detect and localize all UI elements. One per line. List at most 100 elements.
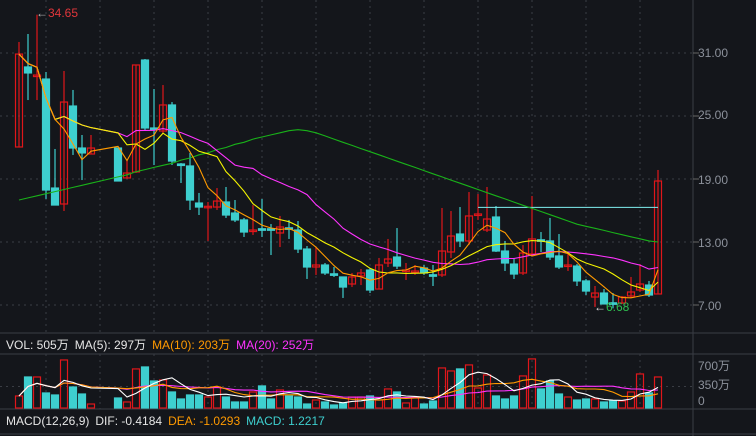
volume-bar <box>536 388 546 409</box>
candle-down <box>23 66 33 74</box>
candle-down <box>185 165 195 201</box>
volume-bar <box>230 401 240 409</box>
candle-down <box>302 248 312 268</box>
volume-bar <box>86 403 96 409</box>
price-tick: 13.00 <box>698 236 729 250</box>
candle-down <box>239 219 249 233</box>
macd-legend: MACD(12,26,9) DIF: -0.4184 DEA: -1.0293 … <box>0 411 756 431</box>
volume-bar <box>77 393 87 409</box>
volume-bar <box>545 380 555 409</box>
volume-bar <box>653 376 663 409</box>
macd-dif: DIF: -0.4184 <box>95 414 163 428</box>
candle-down <box>77 147 87 154</box>
macd-dea: DEA: -1.0293 <box>168 414 241 428</box>
volume-bar <box>266 398 276 409</box>
candle-down <box>41 78 51 191</box>
candle-down <box>329 273 339 276</box>
volume-tick: 350万 <box>698 378 731 392</box>
volume-bar <box>419 403 429 409</box>
candle-down <box>140 59 150 129</box>
candle-down <box>572 265 582 282</box>
volume-bar <box>50 394 60 409</box>
volume-bar <box>257 385 267 409</box>
volume-bar <box>284 395 294 409</box>
volume-bar <box>311 399 321 409</box>
candle-down <box>176 163 186 167</box>
volume-bar <box>122 401 132 409</box>
vol-ma10-value: MA(10): 203万 <box>152 337 231 352</box>
candle-down <box>194 202 204 208</box>
volume-tick: 700万 <box>698 359 731 373</box>
candle-down <box>167 104 177 162</box>
volume-bar <box>32 376 42 409</box>
low-price-label: ←6.68 <box>594 300 630 314</box>
volume-bar <box>329 404 339 409</box>
candle-down <box>455 233 465 242</box>
volume-bar <box>437 367 447 409</box>
volume-bar <box>176 398 186 409</box>
volume-bar <box>293 396 303 409</box>
volume-legend: VOL: 505万 MA(5): 297万 MA(10): 203万 MA(20… <box>0 334 756 354</box>
volume-bar <box>500 398 510 409</box>
price-tick: 31.00 <box>698 46 729 60</box>
volume-bar <box>581 398 591 409</box>
candle-down <box>68 105 78 149</box>
volume-bar <box>239 401 249 409</box>
high-price-label: ←34.65 <box>36 6 79 20</box>
stock-chart[interactable] <box>0 0 756 436</box>
volume-bar <box>167 391 177 409</box>
volume-bar <box>626 391 636 409</box>
volume-bar <box>554 393 564 409</box>
candle-down <box>392 256 402 267</box>
candle-down <box>338 276 348 288</box>
candle-down <box>491 216 501 252</box>
volume-bar <box>338 402 348 409</box>
volume-bar <box>599 401 609 409</box>
volume-tick: 0 <box>698 394 705 408</box>
volume-bar <box>401 402 411 409</box>
price-tick: 19.00 <box>698 173 729 187</box>
volume-bar <box>563 396 573 409</box>
price-tick: 7.00 <box>698 299 722 313</box>
volume-bar <box>23 376 33 409</box>
volume-bar <box>68 386 78 409</box>
volume-bar <box>248 391 258 409</box>
volume-bar <box>590 398 600 409</box>
arrow-left-icon: ← <box>594 300 606 314</box>
volume-bar <box>14 395 24 409</box>
macd-name: MACD(12,26,9) <box>6 414 90 428</box>
arrow-left-icon: ← <box>36 6 48 20</box>
volume-bar <box>410 397 420 409</box>
vol-ma20-value: MA(20): 252万 <box>236 337 315 352</box>
volume-bar <box>572 399 582 409</box>
volume-bar <box>221 396 231 409</box>
volume-bar <box>374 399 384 409</box>
volume-bar <box>617 400 627 409</box>
candle-down <box>428 274 438 277</box>
volume-bar <box>113 397 123 409</box>
volume-bar <box>194 394 204 409</box>
volume-bar <box>41 392 51 409</box>
volume-bar <box>185 394 195 409</box>
candle-down <box>581 280 591 292</box>
volume-bar <box>212 386 222 409</box>
candle-down <box>266 228 276 231</box>
candle-down <box>320 264 330 274</box>
volume-bar <box>275 389 285 409</box>
vol-ma5-value: MA(5): 297万 <box>74 337 147 352</box>
volume-bar <box>320 401 330 409</box>
volume-bar <box>428 400 438 409</box>
candle-down <box>500 250 510 264</box>
vol-value: VOL: 505万 <box>6 337 69 352</box>
volume-bar <box>302 403 312 409</box>
candle-down <box>230 212 240 221</box>
candle-down <box>509 263 519 275</box>
candle-down <box>257 228 267 231</box>
volume-bar <box>509 395 519 409</box>
candle-down <box>149 127 159 131</box>
volume-bar <box>491 395 501 409</box>
macd-value: MACD: 1.2217 <box>246 414 325 428</box>
candle-down <box>554 255 564 268</box>
volume-bar <box>608 400 618 409</box>
price-tick: 25.00 <box>698 108 729 122</box>
